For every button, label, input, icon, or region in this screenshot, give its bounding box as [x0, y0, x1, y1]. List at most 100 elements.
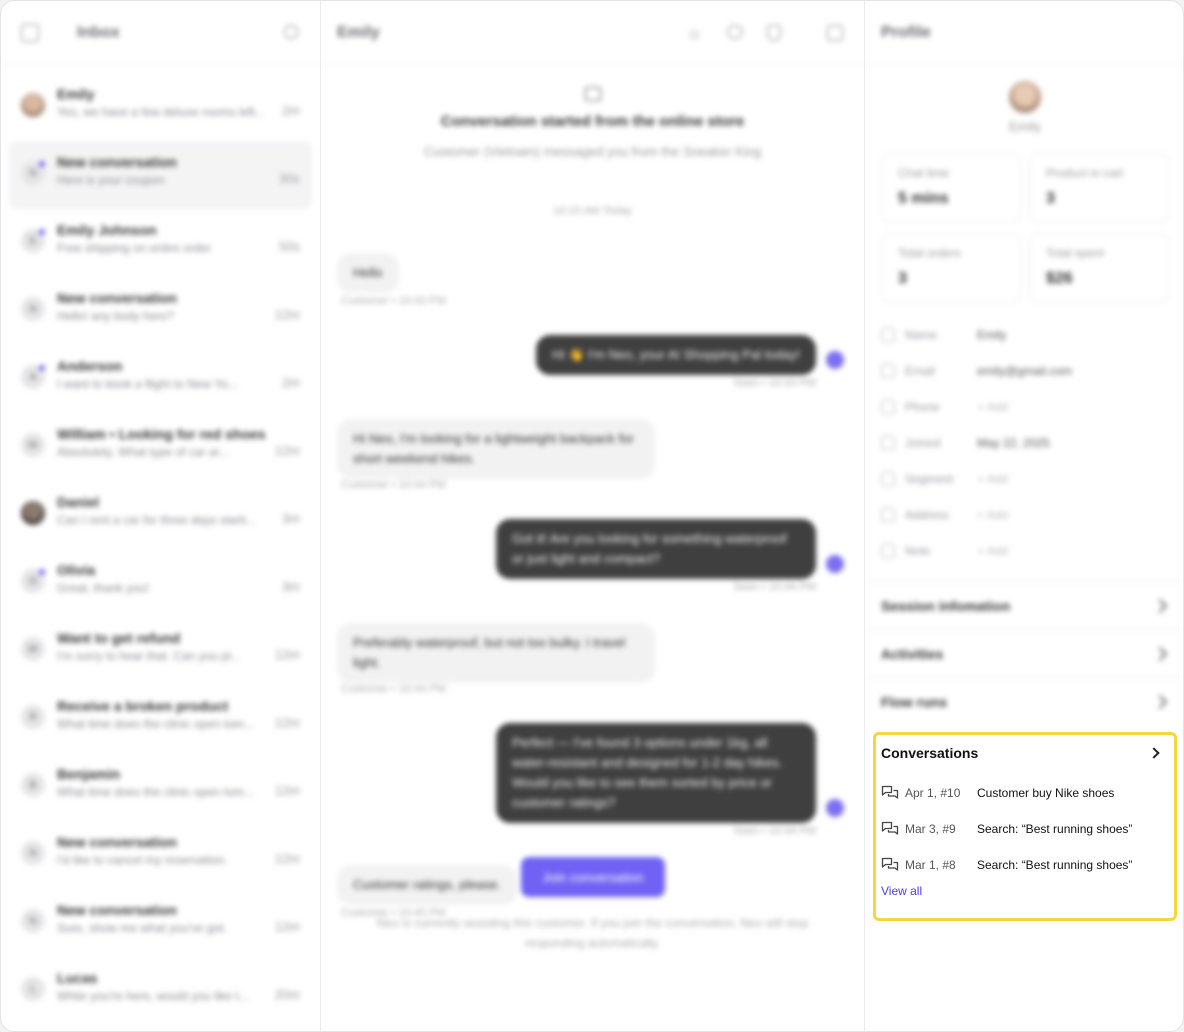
join-conversation-button[interactable]: Join conversation — [521, 857, 665, 897]
message-preview: Hello! any body here? — [57, 309, 174, 323]
conversation-history-item[interactable]: Mar 3, #9 Search: “Best running shoes” — [881, 819, 1132, 839]
list-item[interactable]: N New conversation I'd like to cancel my r… — [9, 821, 312, 889]
unread-dot — [39, 229, 45, 235]
chat-contact-name: Emily — [337, 23, 380, 41]
conversations-header[interactable]: Conversations — [881, 742, 1164, 764]
stat-card: Product in cart 3 — [1029, 153, 1169, 223]
list-item[interactable]: B Benjamin What time does the clinic open … — [9, 753, 312, 821]
field-icon — [881, 508, 895, 522]
list-item-body: Want to get refund I'm sorry to hear that… — [57, 629, 300, 665]
contact-name: Receive a broken product — [57, 698, 229, 714]
message-preview: Can I rent a car for three days starti..… — [57, 513, 256, 527]
chevron-right-icon — [1152, 598, 1168, 613]
field-value[interactable]: + Add — [977, 472, 1008, 486]
message-meta: Customer • 10:44 PM — [341, 683, 446, 695]
chevron-right-icon[interactable] — [1148, 747, 1160, 759]
conversation-history-item[interactable]: Apr 1, #10 Customer buy Nike shoes — [881, 783, 1114, 803]
contact-name: Olivia — [57, 562, 96, 578]
field-label: Address — [905, 508, 950, 522]
list-item[interactable]: N New conversation Here is your coupon 30s — [9, 141, 312, 209]
timestamp: 12m — [274, 307, 300, 322]
eye-off-icon[interactable] — [727, 25, 743, 39]
message-preview: While you're here, would you like t... — [57, 989, 249, 1003]
profile-field: Email emily@gmail.com — [881, 361, 1072, 381]
list-item[interactable]: O Olivia Great, thank you! 3m — [9, 549, 312, 617]
contact-name: New conversation — [57, 902, 177, 918]
field-label: Joined — [905, 436, 941, 450]
sidebar-toggle-icon[interactable] — [21, 23, 39, 42]
list-item-body: New conversation I'd like to cancel my re… — [57, 833, 300, 869]
list-item-body: New conversation Hello! any body here? — [57, 289, 300, 325]
timestamp: 12m — [274, 647, 300, 662]
activities-row[interactable]: Activities — [865, 629, 1183, 677]
shield-icon[interactable] — [767, 25, 781, 41]
list-item[interactable]: Daniel Can I rent a car for three days st… — [9, 481, 312, 549]
field-value[interactable]: + Add — [977, 400, 1008, 414]
field-value: Emily — [977, 328, 1007, 342]
profile-panel: Profile Emily Chat time 5 mins Product i… — [865, 1, 1183, 1031]
conversation-date: Mar 3, #9 — [905, 822, 956, 836]
list-item-body: Receive a broken product What time does t… — [57, 697, 300, 733]
profile-field: Phone + Add — [881, 397, 1008, 417]
conversation-date: Apr 1, #10 — [905, 786, 961, 800]
field-label: Segment — [905, 472, 954, 486]
stat-value: 5 mins — [898, 190, 949, 207]
message-preview: Here is your coupon — [57, 173, 165, 187]
list-item[interactable]: R Receive a broken product What time does … — [9, 685, 312, 753]
bot-avatar — [826, 799, 844, 817]
list-item[interactable]: N New conversation Hello! any body here? 12… — [9, 277, 312, 345]
message-preview: Yes, we have a few deluxe rooms left... — [57, 105, 265, 119]
panel-toggle-icon[interactable] — [827, 25, 843, 41]
conversations-title: Conversations — [881, 745, 979, 761]
chat-header: Emily ☆ — [321, 1, 864, 65]
session-information-row[interactable]: Session infomation — [865, 581, 1183, 629]
list-item[interactable]: W William • Looking for red shoes Absolute… — [9, 413, 312, 481]
timestamp: 30s — [279, 171, 300, 186]
message-bubble: Customer ratings, please. — [337, 865, 518, 905]
field-value: May 22, 2025 — [977, 436, 1050, 450]
conversation-history-item[interactable]: Mar 1, #8 Search: “Best running shoes” — [881, 855, 1132, 875]
stat-card: Chat time 5 mins — [881, 153, 1021, 223]
contact-name: Lucas — [57, 970, 98, 986]
contact-name: William • Looking for red shoes — [57, 426, 266, 442]
timestamp: 12m — [274, 783, 300, 798]
list-item[interactable]: A Anderson I want to book a flight to New … — [9, 345, 312, 413]
field-label: Phone — [905, 400, 940, 414]
section-label: Session infomation — [881, 597, 1011, 614]
search-icon[interactable] — [284, 25, 298, 39]
conversation-title: Customer buy Nike shoes — [977, 786, 1115, 800]
message-meta: Customer • 10:43 PM — [341, 295, 446, 307]
flow-runs-row[interactable]: Flow runs — [865, 677, 1183, 725]
avatar: N — [21, 909, 45, 933]
field-icon — [881, 400, 895, 414]
timestamp: 12m — [274, 851, 300, 866]
section-label: Activities — [881, 645, 944, 662]
field-value[interactable]: + Add — [977, 508, 1008, 522]
timestamp: 12m — [274, 443, 300, 458]
field-icon — [881, 436, 895, 450]
list-item[interactable]: Emily Yes, we have a few deluxe rooms lef… — [9, 73, 312, 141]
stat-label: Chat time — [898, 166, 950, 180]
list-item[interactable]: L Lucas While you're here, would you like … — [9, 957, 312, 1025]
view-all-link[interactable]: View all — [881, 884, 922, 898]
stat-card: Total spent $26 — [1029, 233, 1169, 303]
star-icon[interactable]: ☆ — [687, 25, 701, 45]
list-item[interactable]: E Emily Johnson Free shipping on entire or… — [9, 209, 312, 277]
message-bubble: Hello — [337, 253, 399, 293]
contact-name: Want to get refund — [57, 630, 181, 646]
message-preview: Free shipping on entire order — [57, 241, 212, 255]
list-item[interactable]: W Want to get refund I'm sorry to hear tha… — [9, 617, 312, 685]
list-item-body: Emily Johnson Free shipping on entire ord… — [57, 221, 300, 257]
stat-card: Total orders 3 — [881, 233, 1021, 303]
contact-name: New conversation — [57, 834, 177, 850]
message-meta: Seen • 10:44 PM — [733, 581, 816, 593]
avatar: N — [21, 297, 45, 321]
profile-field: Name Emily — [881, 325, 1006, 345]
unread-dot — [39, 569, 45, 575]
list-item[interactable]: N New conversation Sure, show me what you'… — [9, 889, 312, 957]
stat-label: Total orders — [898, 246, 961, 260]
message-preview: What time does the clinic open tom... — [57, 785, 254, 799]
timestamp: 12m — [274, 919, 300, 934]
field-value[interactable]: + Add — [977, 544, 1008, 558]
avatar: R — [21, 705, 45, 729]
